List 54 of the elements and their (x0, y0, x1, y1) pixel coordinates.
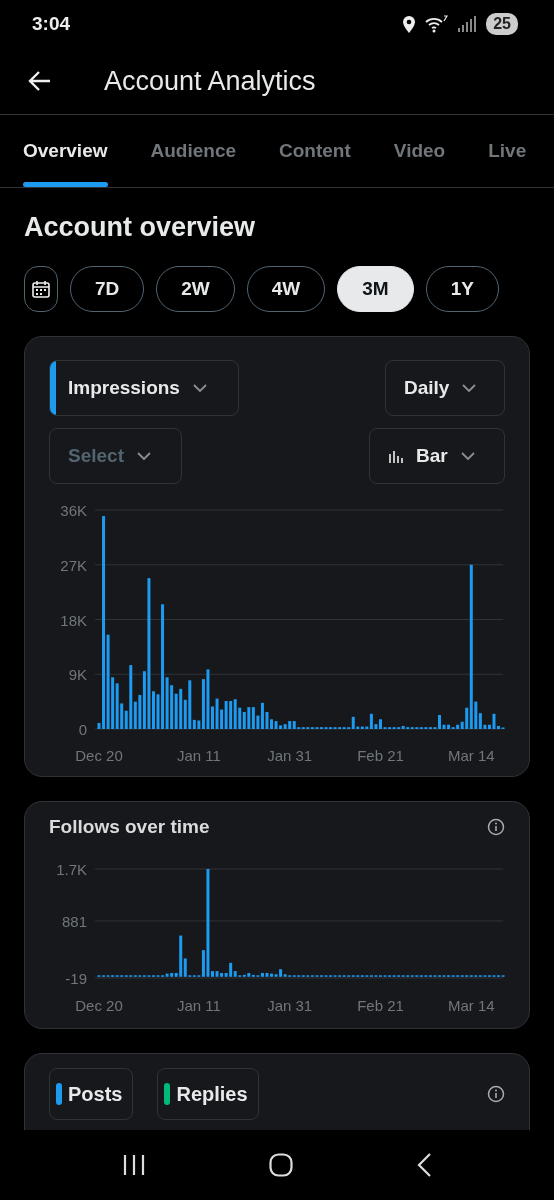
axis-label: 1.7K (56, 861, 87, 878)
chevron-down-icon (461, 383, 478, 393)
axis-label: Jan 31 (267, 747, 313, 764)
axis-label: Jan 31 (267, 997, 313, 1014)
legend-chip[interactable]: Replies (157, 1068, 259, 1120)
axis-label: 881 (61, 912, 87, 930)
legend-chip[interactable]: Posts (49, 1068, 134, 1120)
range-button[interactable]: 3M (337, 266, 414, 312)
axis-label: Dec 20 (75, 997, 123, 1014)
tab[interactable]: Audience (150, 115, 237, 187)
tab[interactable]: Overview (23, 115, 108, 187)
calendar-button[interactable] (24, 266, 58, 312)
card-title: Follows over time (49, 816, 210, 838)
tab[interactable]: Video (393, 115, 446, 187)
home-icon[interactable] (269, 1153, 293, 1177)
interval-dropdown[interactable]: Daily (385, 360, 505, 416)
wifi-icon (425, 15, 449, 33)
axis-label: Jan 11 (176, 997, 221, 1014)
range-button[interactable]: 7D (70, 266, 145, 312)
signal-icon (457, 15, 478, 33)
location-icon (402, 15, 417, 33)
chevron-down-icon (459, 451, 476, 461)
range-button[interactable]: 4W (246, 266, 326, 312)
calendar-icon (32, 280, 50, 298)
axis-label: Dec 20 (75, 747, 123, 764)
chevron-down-icon (191, 383, 208, 393)
axis-label: Mar 14 (447, 997, 495, 1014)
info-icon[interactable] (487, 818, 505, 836)
chart-type-dropdown[interactable]: Bar (369, 428, 505, 484)
recent-apps-icon[interactable] (121, 1154, 146, 1176)
info-icon[interactable] (487, 1085, 505, 1103)
axis-label: Jan 11 (176, 747, 221, 764)
page-title: Account Analytics (104, 65, 316, 97)
axis-label: 9K (68, 666, 87, 684)
axis-label: Feb 21 (357, 997, 404, 1014)
tab[interactable]: Live (488, 115, 527, 187)
metric-dropdown[interactable]: Impressions (49, 360, 239, 416)
axis-label: 36K (60, 502, 87, 519)
axis-label: Mar 14 (447, 747, 495, 764)
back-icon[interactable] (416, 1153, 433, 1177)
axis-label: Feb 21 (357, 747, 404, 764)
axis-label: 27K (60, 556, 87, 574)
battery-indicator: 25 (486, 13, 518, 35)
chevron-down-icon (136, 451, 152, 461)
range-button[interactable]: 2W (156, 266, 235, 312)
status-time: 3:04 (32, 13, 71, 35)
range-button[interactable]: 1Y (425, 266, 499, 312)
axis-label: -19 (65, 970, 87, 987)
axis-label: 18K (60, 611, 87, 629)
axis-label: 0 (78, 721, 87, 738)
back-arrow-icon[interactable] (28, 69, 52, 93)
tab[interactable]: Content (279, 115, 351, 187)
bar-chart-icon (388, 448, 404, 464)
section-heading: Account overview (24, 212, 257, 244)
